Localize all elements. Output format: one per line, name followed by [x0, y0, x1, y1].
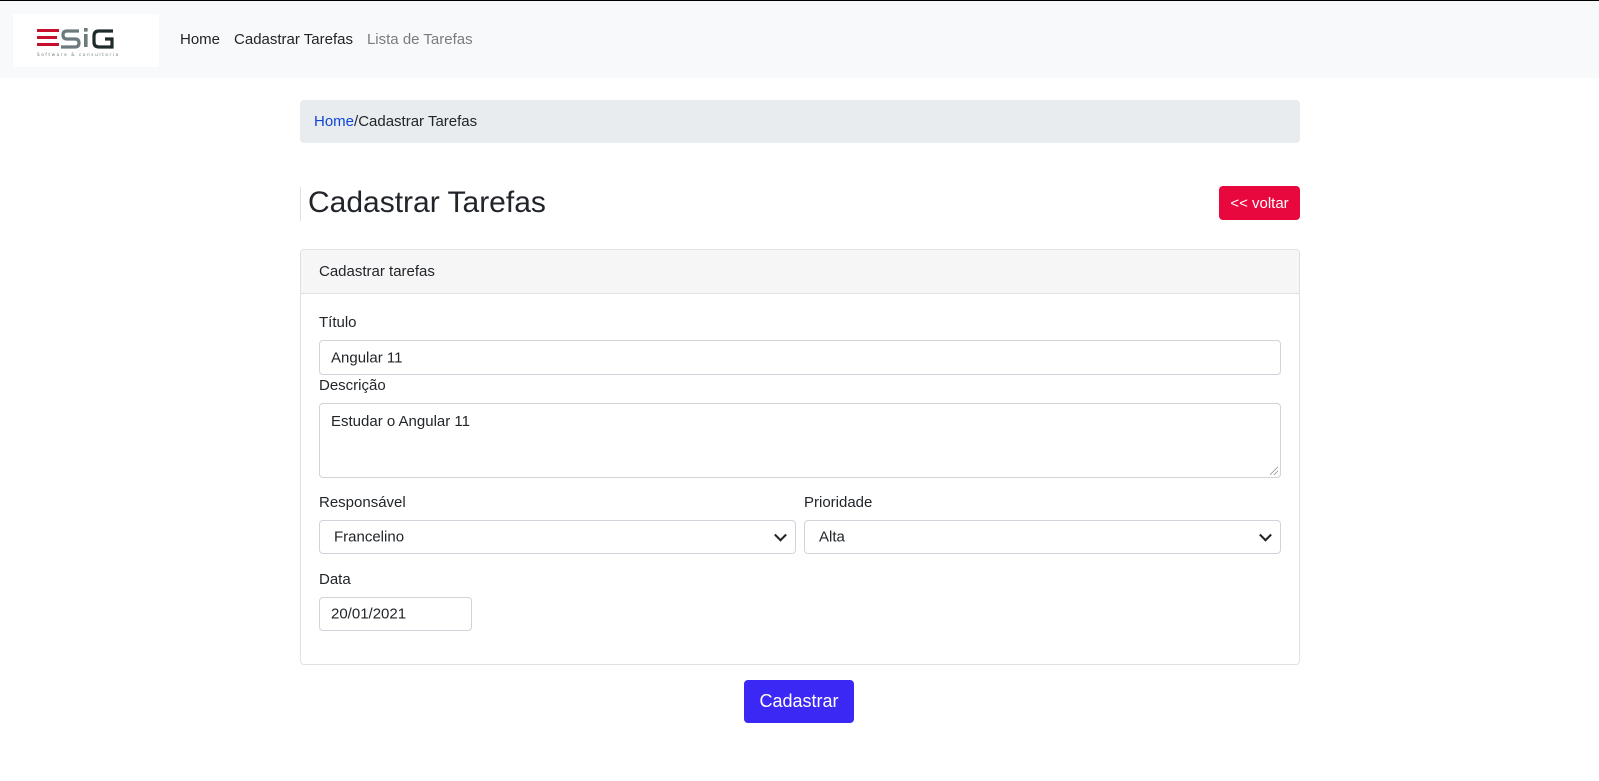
page-title: Cadastrar Tarefas: [308, 186, 546, 219]
breadcrumb: Home / Cadastrar Tarefas: [300, 100, 1300, 143]
navbar: Software & consultoria Home Cadastrar Ta…: [0, 1, 1599, 78]
submit-button[interactable]: Cadastrar: [744, 680, 854, 723]
prioridade-label: Prioridade: [804, 494, 873, 511]
prioridade-value: Alta: [819, 528, 845, 546]
prioridade-select[interactable]: Alta: [804, 520, 1281, 554]
breadcrumb-current: Cadastrar Tarefas: [358, 113, 478, 130]
nav-cadastrar-tarefas[interactable]: Cadastrar Tarefas: [234, 31, 353, 49]
nav-lista-de-tarefas[interactable]: Lista de Tarefas: [367, 31, 473, 49]
form-card: Cadastrar tarefas Título Angular 11 Desc…: [300, 249, 1300, 665]
back-button[interactable]: << voltar: [1219, 186, 1300, 220]
breadcrumb-home-link[interactable]: Home: [314, 113, 354, 130]
logo-tagline: Software & consultoria: [37, 52, 120, 57]
logo[interactable]: Software & consultoria: [13, 14, 159, 67]
nav-links: Home Cadastrar Tarefas Lista de Tarefas: [180, 31, 487, 49]
titulo-input[interactable]: Angular 11: [319, 340, 1281, 375]
card-header: Cadastrar tarefas: [301, 250, 1299, 294]
chevron-down-icon: [1259, 528, 1272, 542]
titulo-label: Título: [319, 314, 357, 331]
descricao-textarea[interactable]: Estudar o Angular 11: [319, 403, 1281, 478]
data-label: Data: [319, 571, 351, 588]
titulo-value: Angular 11: [331, 349, 403, 366]
responsavel-select[interactable]: Francelino: [319, 520, 796, 554]
data-value: 20/01/2021: [331, 605, 407, 623]
descricao-value: Estudar o Angular 11: [331, 413, 470, 430]
resize-handle-icon[interactable]: [1270, 467, 1278, 475]
responsavel-label: Responsável: [319, 494, 406, 511]
data-input[interactable]: 20/01/2021: [319, 597, 472, 631]
responsavel-value: Francelino: [334, 528, 405, 546]
nav-home[interactable]: Home: [180, 31, 220, 49]
descricao-label: Descrição: [319, 377, 386, 394]
title-divider: [300, 187, 301, 221]
chevron-down-icon: [774, 528, 787, 542]
esig-logo-icon: Software & consultoria: [37, 28, 120, 57]
